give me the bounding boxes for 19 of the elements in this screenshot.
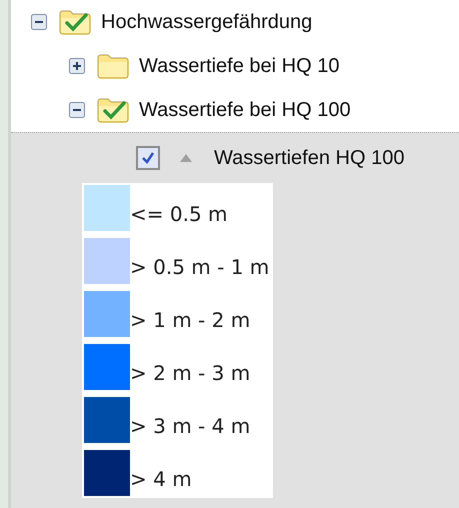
legend-label: > 0.5 m - 1 m xyxy=(130,255,270,279)
group-label[interactable]: Wassertiefe bei HQ 10 xyxy=(139,54,340,78)
legend-label: > 2 m - 3 m xyxy=(130,361,250,385)
expand-icon[interactable] xyxy=(69,58,85,74)
triangle-icon xyxy=(180,154,192,162)
checked-folder-icon[interactable] xyxy=(97,97,129,123)
group-label[interactable]: Hochwassergefährdung xyxy=(101,10,312,34)
legend-label: > 3 m - 4 m xyxy=(130,414,250,438)
legend-label: <= 0.5 m xyxy=(130,202,228,226)
legend-label: > 1 m - 2 m xyxy=(130,308,250,332)
collapse-icon[interactable] xyxy=(69,102,85,118)
collapse-icon[interactable] xyxy=(31,14,47,30)
group-label[interactable]: Wassertiefe bei HQ 100 xyxy=(139,98,351,122)
layer-checkbox[interactable] xyxy=(136,146,160,170)
layer-label[interactable]: Wassertiefen HQ 100 xyxy=(214,146,404,170)
checkmark-icon xyxy=(140,150,156,166)
selected-layer-row[interactable]: Wassertiefen HQ 100 <= 0.5 m > 0.5 m - 1 m > 1 m - 2 m > 2 m - 3 m > 3 m - 4 m > 4 m xyxy=(11,132,459,508)
legend-label: > 4 m xyxy=(130,467,192,491)
checked-folder-icon[interactable] xyxy=(59,9,91,35)
